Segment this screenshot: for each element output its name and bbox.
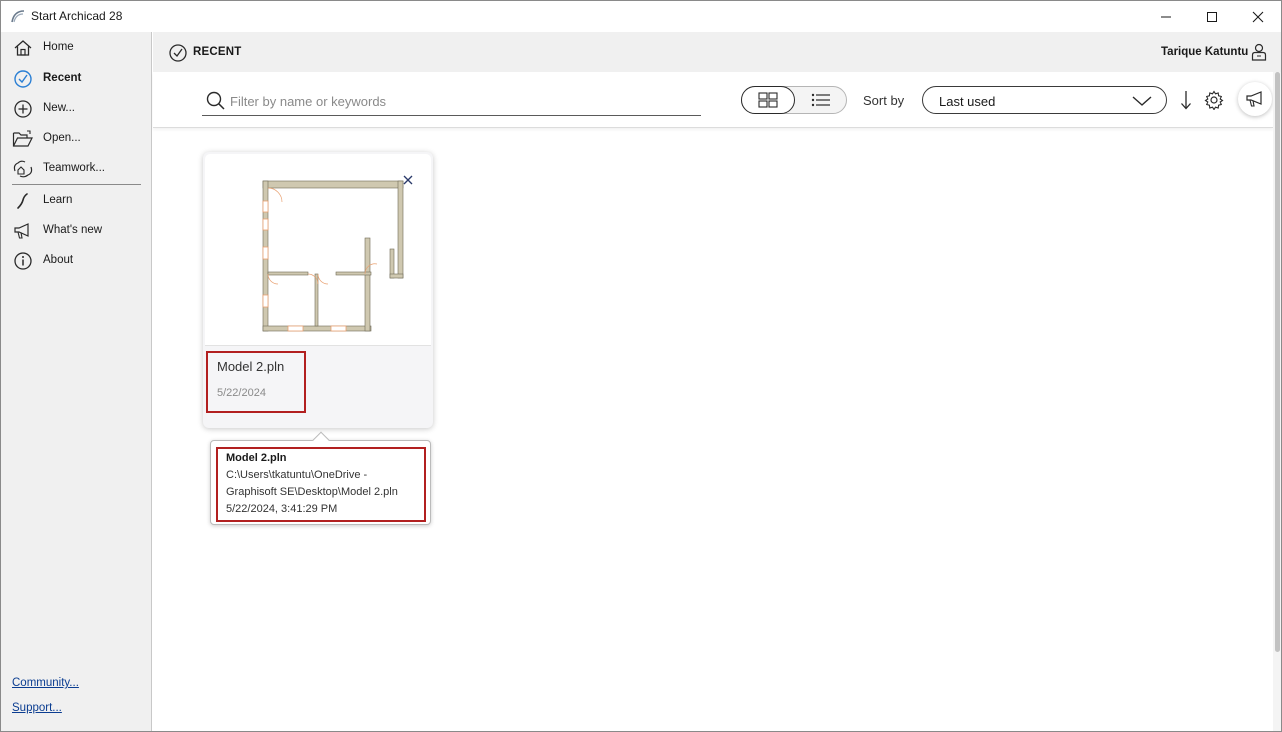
highlight-box <box>216 447 426 522</box>
sidebar-item-label: Recent <box>43 72 82 84</box>
search-input[interactable] <box>230 91 690 111</box>
sidebar-item-teamwork[interactable]: Teamwork... <box>1 154 151 182</box>
sidebar-divider <box>12 184 141 185</box>
folder-open-icon <box>12 128 34 150</box>
highlight-box <box>206 351 306 413</box>
project-tooltip: Model 2.pln C:\Users\tkatuntu\OneDrive -… <box>210 431 431 525</box>
scrollbar-thumb[interactable] <box>1275 72 1280 652</box>
info-icon <box>12 250 34 272</box>
grid-view-icon <box>758 92 778 108</box>
community-link[interactable]: Community... <box>12 677 79 689</box>
maximize-button[interactable] <box>1189 1 1235 32</box>
sidebar-item-home[interactable]: Home <box>1 33 151 61</box>
sort-dropdown[interactable]: Last used <box>922 86 1167 114</box>
sidebar-item-new[interactable]: New... <box>1 94 151 122</box>
sidebar-item-about[interactable]: About <box>1 246 151 274</box>
page-title: RECENT <box>193 46 242 58</box>
megaphone-icon <box>12 220 34 242</box>
close-icon <box>1252 11 1264 22</box>
title-bar: Start Archicad 28 <box>1 1 1281 32</box>
support-link[interactable]: Support... <box>12 702 62 714</box>
recent-project-card[interactable]: Model 2.pln 5/22/2024 <box>203 152 433 428</box>
close-window-button[interactable] <box>1235 1 1281 32</box>
gear-icon[interactable] <box>1204 90 1224 110</box>
home-icon <box>12 37 34 59</box>
sidebar-item-label: New... <box>43 102 75 114</box>
sidebar: Home Recent New... Open... Teamwork... L… <box>1 32 152 731</box>
teamwork-icon <box>12 158 34 180</box>
sidebar-item-learn[interactable]: Learn <box>1 186 151 214</box>
minimize-button[interactable] <box>1143 1 1189 32</box>
section-header: RECENT Tarique Katuntu <box>153 32 1281 72</box>
sidebar-item-label: Teamwork... <box>43 162 105 174</box>
sidebar-item-recent[interactable]: Recent <box>1 64 151 92</box>
user-account-icon[interactable] <box>1250 42 1268 62</box>
plus-circle-icon <box>12 98 34 120</box>
recent-clock-icon <box>169 44 187 62</box>
floor-plan-image <box>262 180 404 332</box>
remove-from-recent-icon[interactable] <box>401 173 415 187</box>
sidebar-item-label: Home <box>43 41 74 53</box>
window-title: Start Archicad 28 <box>31 9 123 23</box>
archicad-start-window: Start Archicad 28 Home Recent New... Ope… <box>0 0 1282 732</box>
tooltip-arrow <box>312 431 330 449</box>
sidebar-item-label: Open... <box>43 132 81 144</box>
vertical-scrollbar[interactable] <box>1273 72 1281 731</box>
view-mode-toggle <box>741 86 847 114</box>
sidebar-item-label: About <box>43 254 74 266</box>
project-thumbnail <box>205 154 431 346</box>
sidebar-item-label: Learn <box>43 194 73 206</box>
sidebar-item-whats-new[interactable]: What's new <box>1 216 151 244</box>
search-icon <box>206 91 225 110</box>
list-view-icon <box>811 93 830 107</box>
grid-view-button[interactable] <box>741 86 795 114</box>
chevron-down-icon <box>1132 96 1152 106</box>
toolbar: Sort by Last used <box>153 72 1273 128</box>
user-name[interactable]: Tarique Katuntu <box>1161 46 1248 58</box>
sort-by-label: Sort by <box>863 93 905 108</box>
search-field[interactable] <box>202 88 701 116</box>
learn-icon <box>12 190 34 212</box>
announcements-button[interactable] <box>1238 82 1272 116</box>
sort-direction-icon[interactable] <box>1178 89 1194 111</box>
archicad-logo-icon <box>11 10 25 23</box>
megaphone-icon <box>1246 91 1262 107</box>
list-view-button[interactable] <box>794 86 848 114</box>
clock-icon <box>12 68 34 90</box>
sort-dropdown-value: Last used <box>939 94 996 109</box>
maximize-icon <box>1207 11 1217 22</box>
sidebar-item-open[interactable]: Open... <box>1 124 151 152</box>
sidebar-item-label: What's new <box>43 224 103 236</box>
minimize-icon <box>1161 16 1171 17</box>
